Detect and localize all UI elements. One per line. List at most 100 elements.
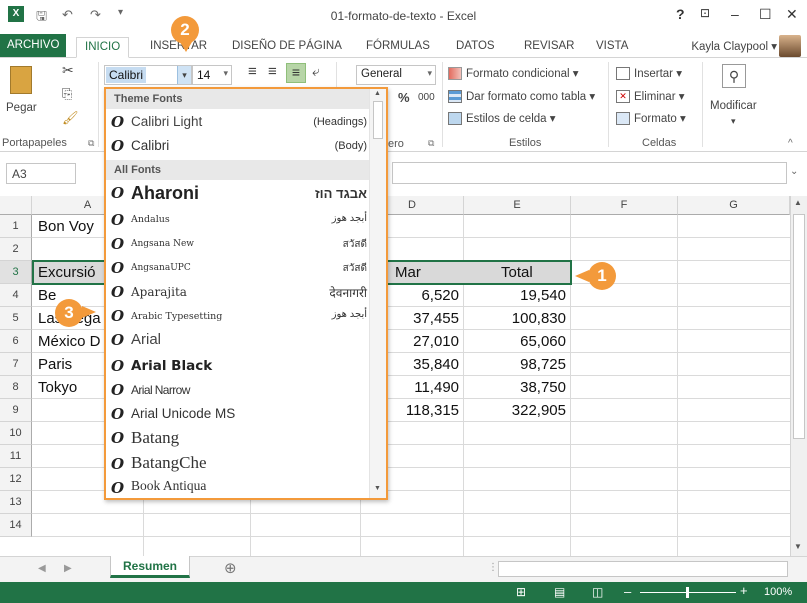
cell-e8[interactable]: 38,750 — [470, 376, 566, 399]
scroll-down-icon[interactable]: ▼ — [794, 542, 802, 551]
column-header[interactable]: E — [464, 196, 571, 215]
column-header[interactable]: G — [678, 196, 790, 215]
scroll-up-icon[interactable]: ▲ — [374, 90, 381, 97]
font-item-arial-black[interactable]: O Arial Black — [106, 354, 372, 378]
clipboard-launcher-icon[interactable]: ⧉ — [88, 138, 94, 149]
font-item-arial[interactable]: O Arial — [106, 328, 372, 354]
wrap-text-icon[interactable]: ⤶ — [312, 63, 320, 80]
font-item-aparajita[interactable]: O Aparajita देवनागरी — [106, 280, 372, 304]
insert-button[interactable]: Insertar ▾ — [634, 66, 682, 80]
modify-button[interactable]: Modificar — [710, 100, 757, 112]
font-item-batangche[interactable]: O BatangChe — [106, 452, 372, 476]
column-header[interactable]: F — [571, 196, 678, 215]
align-top-icon[interactable]: ≡ — [248, 63, 257, 80]
expand-formula-icon[interactable]: ⌄ — [790, 166, 798, 177]
cell-e7[interactable]: 98,725 — [470, 353, 566, 376]
row-header[interactable]: 7 — [0, 353, 32, 376]
cell-e3[interactable]: Total — [501, 261, 533, 284]
ribbon-display-icon[interactable]: ⊡ — [700, 6, 710, 20]
find-binoculars-icon[interactable]: ⚲ — [722, 64, 746, 88]
name-box[interactable]: A3 — [6, 163, 76, 184]
font-item-batang[interactable]: O Batang — [106, 426, 372, 452]
cell-e5[interactable]: 100,830 — [470, 307, 566, 330]
tab-formulas[interactable]: FÓRMULAS — [358, 37, 438, 58]
row-header[interactable]: 5 — [0, 307, 32, 330]
vertical-scrollbar[interactable]: ▲ ▼ — [790, 196, 807, 556]
row-header[interactable]: 6 — [0, 330, 32, 353]
add-sheet-icon[interactable]: ⊕ — [224, 559, 237, 577]
select-all-corner[interactable] — [0, 196, 32, 215]
percent-button[interactable]: % — [398, 90, 410, 105]
tab-datos[interactable]: DATOS — [448, 37, 503, 58]
zoom-slider-thumb[interactable] — [686, 587, 689, 598]
thousands-button[interactable]: 000 — [418, 92, 435, 103]
row-header[interactable]: 10 — [0, 422, 32, 445]
font-item-arial-unicode-ms[interactable]: O Arial Unicode MS — [106, 402, 372, 426]
zoom-in-icon[interactable]: + — [740, 583, 748, 598]
row-header[interactable]: 12 — [0, 468, 32, 491]
row-header[interactable]: 4 — [0, 284, 32, 307]
tab-diseno-de-pagina[interactable]: DISEÑO DE PÁGINA — [224, 37, 350, 58]
cell-e6[interactable]: 65,060 — [470, 330, 566, 353]
font-size-box[interactable]: 14 ▾ — [192, 65, 232, 85]
scroll-up-icon[interactable]: ▲ — [794, 198, 802, 207]
tab-vista[interactable]: VISTA — [588, 37, 636, 58]
font-item-angsanaupc[interactable]: O AngsanaUPC สวัสดี — [106, 256, 372, 280]
format-painter-icon[interactable]: 🖌 — [62, 110, 79, 126]
paste-button[interactable]: Pegar — [6, 102, 37, 114]
number-launcher-icon[interactable]: ⧉ — [428, 138, 434, 149]
dropdown-scrollbar[interactable]: ▲ ▼ — [369, 89, 386, 498]
scroll-thumb[interactable] — [793, 214, 805, 439]
avatar[interactable] — [779, 35, 801, 57]
cell-e4[interactable]: 19,540 — [470, 284, 566, 307]
cell-a6[interactable]: México D — [38, 330, 101, 353]
font-dropdown-list[interactable]: Theme Fonts O Calibri Light (Headings) O… — [104, 87, 388, 500]
tab-inicio[interactable]: INICIO — [76, 37, 130, 58]
copy-icon[interactable]: ⎘ — [62, 86, 72, 102]
font-item-aharoni[interactable]: O Aharoni אבגד הוז — [106, 181, 372, 207]
delete-button[interactable]: Eliminar ▾ — [634, 89, 685, 103]
cell-styles-button[interactable]: Estilos de celda ▾ — [466, 111, 556, 125]
format-button[interactable]: Formato ▾ — [634, 111, 686, 125]
tab-revisar[interactable]: REVISAR — [516, 37, 583, 58]
next-sheet-icon[interactable]: ▶ — [64, 563, 72, 574]
maximize-icon[interactable]: ☐ — [759, 6, 772, 23]
page-break-icon[interactable]: ◫ — [592, 585, 603, 599]
font-item-angsana-new[interactable]: O Angsana New สวัสดี — [106, 232, 372, 256]
font-item-book-antiqua[interactable]: O Book Antiqua — [106, 476, 372, 496]
conditional-format-button[interactable]: Formato condicional ▾ — [466, 66, 579, 80]
formula-input[interactable] — [392, 162, 787, 184]
close-icon[interactable]: ✕ — [786, 6, 798, 23]
cell-a4[interactable]: Be — [38, 284, 56, 307]
sheet-tab-resumen[interactable]: Resumen — [110, 556, 190, 578]
font-dropdown-arrow-icon[interactable]: ▾ — [177, 66, 191, 84]
row-header[interactable]: 11 — [0, 445, 32, 468]
row-header[interactable]: 14 — [0, 514, 32, 537]
font-item-calibri[interactable]: O Calibri (Body) — [106, 134, 372, 158]
help-icon[interactable]: ? — [676, 6, 685, 22]
font-item-arabic-typesetting[interactable]: O Arabic Typesetting أبجد هوز — [106, 304, 372, 328]
modify-dropdown-icon[interactable]: ▾ — [731, 116, 736, 127]
page-layout-icon[interactable]: ▤ — [554, 585, 565, 599]
number-format-box[interactable]: General ▾ — [356, 65, 436, 85]
zoom-level[interactable]: 100% — [764, 586, 792, 598]
font-name-box[interactable]: Calibri ▾ — [104, 65, 192, 85]
prev-sheet-icon[interactable]: ◀ — [38, 563, 46, 574]
collapse-ribbon-icon[interactable]: ^ — [788, 138, 793, 149]
cell-a8[interactable]: Tokyo — [38, 376, 77, 399]
paste-icon[interactable] — [10, 66, 32, 94]
font-item-calibri-light[interactable]: O Calibri Light (Headings) — [106, 110, 372, 134]
format-as-table-button[interactable]: Dar formato como tabla ▾ — [466, 89, 595, 103]
normal-view-icon[interactable]: ⊞ — [516, 585, 526, 599]
font-item-andalus[interactable]: O Andalus أبجد هوز — [106, 208, 372, 232]
row-header[interactable]: 8 — [0, 376, 32, 399]
row-header[interactable]: 9 — [0, 399, 32, 422]
zoom-out-icon[interactable]: – — [624, 584, 631, 599]
row-header[interactable]: 3 — [0, 261, 32, 284]
minimize-icon[interactable]: – — [731, 6, 739, 22]
align-bottom-icon[interactable]: ≡ — [286, 63, 306, 83]
cell-a3[interactable]: Excursió — [38, 261, 96, 284]
row-header[interactable]: 1 — [0, 215, 32, 238]
user-name[interactable]: Kayla Claypool ▾ — [691, 39, 777, 53]
cell-e9[interactable]: 322,905 — [470, 399, 566, 422]
